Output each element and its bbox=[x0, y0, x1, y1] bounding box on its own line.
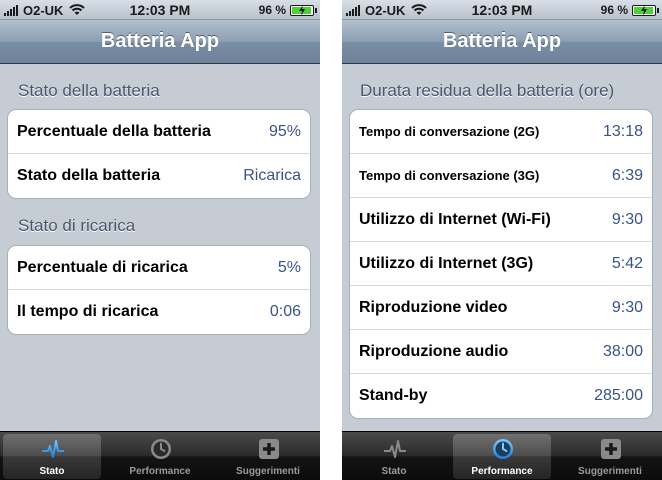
plus-icon bbox=[259, 439, 279, 459]
performance-list: Durata residua della batteria (ore) Temp… bbox=[342, 64, 662, 431]
screen-performance: O2-UK 12:03 PM 96 % Batteria App Durata … bbox=[342, 0, 662, 480]
tab-label: Stato bbox=[39, 466, 65, 477]
row-value: 0:06 bbox=[269, 303, 301, 320]
settings-list: Stato della batteria Percentuale della b… bbox=[0, 64, 320, 431]
tab-label: Suggerimenti bbox=[236, 466, 300, 477]
pulse-icon bbox=[42, 440, 64, 458]
clock-icon bbox=[151, 439, 171, 459]
row-value: 9:30 bbox=[611, 299, 643, 316]
tab-performance[interactable]: Performance bbox=[111, 434, 209, 479]
screen-stato: O2-UK 12:03 PM 96 % Batteria App Stato d… bbox=[0, 0, 320, 480]
row-value: 5:42 bbox=[611, 255, 643, 272]
row-video-playback[interactable]: Riproduzione video 9:30 bbox=[350, 286, 652, 330]
row-label: Utilizzo di Internet (Wi-Fi) bbox=[359, 211, 551, 228]
row-charge-percentage[interactable]: Percentuale di ricarica 5% bbox=[8, 246, 310, 290]
row-value: 13:18 bbox=[602, 123, 643, 140]
row-value: Ricarica bbox=[243, 167, 301, 184]
section-header-charging-status: Stato di ricarica bbox=[18, 216, 136, 235]
screen-divider bbox=[320, 0, 342, 480]
clock-icon bbox=[493, 439, 513, 459]
row-battery-percentage[interactable]: Percentuale della batteria 95% bbox=[8, 110, 310, 154]
row-value: 9:30 bbox=[611, 211, 643, 228]
section-header-battery-status: Stato della batteria bbox=[18, 81, 160, 100]
row-value: 285:00 bbox=[594, 387, 643, 404]
battery-charging-icon bbox=[290, 4, 317, 16]
row-value: 6:39 bbox=[611, 167, 643, 184]
tab-stato[interactable]: Stato bbox=[3, 434, 101, 479]
battery-charging-icon bbox=[632, 4, 659, 16]
tab-suggerimenti[interactable]: Suggerimenti bbox=[561, 434, 659, 479]
section-header-remaining-life: Durata residua della batteria (ore) bbox=[360, 81, 615, 100]
tab-bar: Stato Performance Suggerimenti bbox=[0, 431, 320, 480]
group-remaining-life: Tempo di conversazione (2G) 13:18 Tempo … bbox=[349, 109, 653, 419]
battery-percent: 96 % bbox=[258, 3, 286, 17]
row-audio-playback[interactable]: Riproduzione audio 38:00 bbox=[350, 330, 652, 374]
tab-performance[interactable]: Performance bbox=[453, 434, 551, 479]
row-label: Stand-by bbox=[359, 387, 428, 404]
row-charge-time[interactable]: Il tempo di ricarica 0:06 bbox=[8, 290, 310, 334]
tab-label: Stato bbox=[381, 466, 407, 477]
row-label: Percentuale di ricarica bbox=[17, 259, 188, 276]
tab-bar: Stato Performance Suggerimenti bbox=[342, 431, 662, 480]
row-label: Riproduzione audio bbox=[359, 343, 509, 360]
row-label: Utilizzo di Internet (3G) bbox=[359, 255, 534, 272]
tab-label: Performance bbox=[471, 466, 533, 477]
tab-label: Suggerimenti bbox=[578, 466, 642, 477]
tab-label: Performance bbox=[129, 466, 191, 477]
status-bar: O2-UK 12:03 PM 96 % bbox=[0, 0, 320, 20]
row-label: Stato della batteria bbox=[17, 167, 161, 184]
row-label: Percentuale della batteria bbox=[17, 123, 211, 140]
row-internet-wifi[interactable]: Utilizzo di Internet (Wi-Fi) 9:30 bbox=[350, 198, 652, 242]
group-charging-status: Percentuale di ricarica 5% Il tempo di r… bbox=[7, 245, 311, 335]
group-battery-status: Percentuale della batteria 95% Stato del… bbox=[7, 109, 311, 199]
battery-percent: 96 % bbox=[600, 3, 628, 17]
nav-title: Batteria App bbox=[442, 30, 562, 52]
row-label: Il tempo di ricarica bbox=[17, 303, 159, 320]
nav-title: Batteria App bbox=[100, 30, 220, 52]
row-value: 95% bbox=[268, 123, 301, 140]
tab-suggerimenti[interactable]: Suggerimenti bbox=[219, 434, 317, 479]
navigation-bar: Batteria App bbox=[342, 20, 662, 64]
row-label: Tempo di conversazione (2G) bbox=[359, 124, 540, 139]
row-standby[interactable]: Stand-by 285:00 bbox=[350, 374, 652, 418]
navigation-bar: Batteria App bbox=[0, 20, 320, 64]
row-value: 38:00 bbox=[602, 343, 643, 360]
plus-icon bbox=[601, 439, 621, 459]
row-battery-state[interactable]: Stato della batteria Ricarica bbox=[8, 154, 310, 198]
pulse-icon bbox=[384, 440, 406, 458]
row-talk-time-3g[interactable]: Tempo di conversazione (3G) 6:39 bbox=[350, 154, 652, 198]
status-bar: O2-UK 12:03 PM 96 % bbox=[342, 0, 662, 20]
tab-stato[interactable]: Stato bbox=[345, 434, 443, 479]
row-talk-time-2g[interactable]: Tempo di conversazione (2G) 13:18 bbox=[350, 110, 652, 154]
row-internet-3g[interactable]: Utilizzo di Internet (3G) 5:42 bbox=[350, 242, 652, 286]
row-label: Tempo di conversazione (3G) bbox=[359, 168, 540, 183]
row-label: Riproduzione video bbox=[359, 299, 508, 316]
row-value: 5% bbox=[277, 259, 301, 276]
